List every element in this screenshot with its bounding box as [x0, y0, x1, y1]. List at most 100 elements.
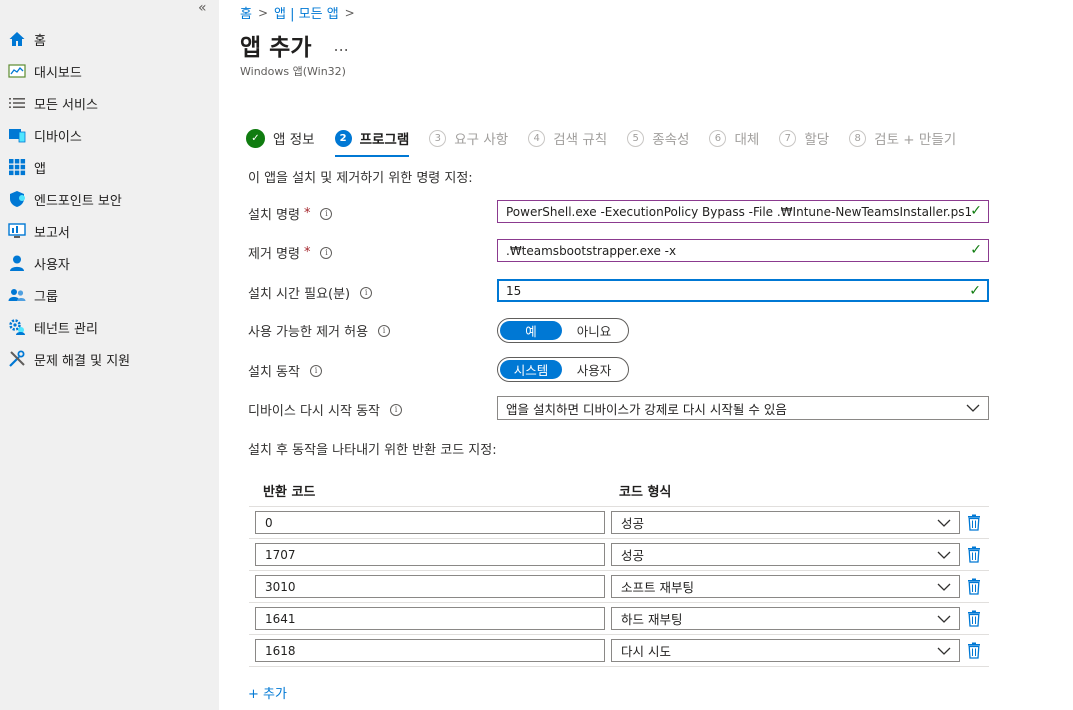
- code-type-dropdown[interactable]: 성공: [611, 511, 960, 534]
- more-options-button[interactable]: ...: [334, 36, 349, 55]
- delete-trash-icon[interactable]: [967, 546, 981, 563]
- section-label-commands: 이 앱을 설치 및 제거하기 위한 명령 지정:: [248, 171, 473, 186]
- add-return-code-button[interactable]: + 추가: [248, 683, 287, 702]
- step-dependencies[interactable]: 5 종속성: [627, 124, 689, 152]
- code-type-dropdown[interactable]: 소프트 재부팅: [611, 575, 960, 598]
- sidebar-item-label: 보고서: [34, 225, 70, 241]
- group-icon: [8, 286, 26, 304]
- valid-check-icon: ✓: [969, 283, 981, 299]
- dropdown-value: 앱을 설치하면 디바이스가 강제로 다시 시작될 수 있음: [506, 401, 787, 417]
- chevron-down-icon: [937, 615, 951, 623]
- install-time-label: 설치 시간 필요(분) i: [248, 283, 373, 302]
- dropdown-value: 다시 시도: [621, 644, 671, 659]
- sidebar-item-label: 디바이스: [34, 129, 82, 145]
- breadcrumb-separator: >: [257, 5, 269, 20]
- step-program[interactable]: 2 프로그램: [334, 124, 409, 157]
- install-behavior-toggle[interactable]: 시스템 사용자: [497, 357, 629, 382]
- breadcrumb-home[interactable]: 홈: [240, 3, 252, 22]
- input-value: .₩teamsbootstrapper.exe -x: [506, 243, 677, 258]
- list-icon: [8, 94, 26, 112]
- delete-trash-icon[interactable]: [967, 514, 981, 531]
- install-command-input[interactable]: PowerShell.exe -ExecutionPolicy Bypass -…: [497, 200, 989, 223]
- field-label: 제거 명령: [248, 247, 300, 262]
- toggle-option-user[interactable]: 사용자: [562, 360, 626, 379]
- dashboard-icon: [8, 62, 26, 80]
- input-value: 1641: [265, 611, 296, 626]
- chevron-down-icon: [937, 647, 951, 655]
- return-code-input[interactable]: 1707: [255, 543, 605, 566]
- breadcrumb-separator: >: [344, 5, 355, 20]
- sidebar-item-troubleshoot[interactable]: 문제 해결 및 지원: [0, 344, 219, 374]
- chevron-down-icon: [937, 551, 951, 559]
- return-code-input[interactable]: 0: [255, 511, 605, 534]
- delete-trash-icon[interactable]: [967, 610, 981, 627]
- sidebar-item-label: 대시보드: [34, 65, 82, 81]
- sidebar-item-devices[interactable]: 디바이스: [0, 120, 219, 150]
- column-header-return-code: 반환 코드: [263, 485, 316, 500]
- chevron-down-icon: [937, 583, 951, 591]
- main-panel: 홈 > 앱 | 모든 앱 > 앱 추가 ... Windows 앱(Win32)…: [219, 0, 1073, 710]
- step-number: 8: [849, 129, 867, 147]
- step-supersedence[interactable]: 6 대체: [709, 124, 759, 152]
- info-icon[interactable]: i: [390, 403, 402, 416]
- toggle-option-yes[interactable]: 예: [500, 321, 562, 340]
- code-type-dropdown[interactable]: 다시 시도: [611, 639, 960, 662]
- reports-icon: [8, 222, 26, 240]
- sidebar-item-users[interactable]: 사용자: [0, 248, 219, 278]
- input-value: 15: [506, 283, 522, 298]
- sidebar-item-groups[interactable]: 그룹: [0, 280, 219, 310]
- table-divider: [249, 666, 989, 667]
- dropdown-value: 성공: [621, 516, 645, 531]
- breadcrumb-apps[interactable]: 앱 | 모든 앱: [274, 3, 339, 22]
- code-type-dropdown[interactable]: 하드 재부팅: [611, 607, 960, 630]
- step-number: 3: [429, 129, 447, 147]
- sidebar-item-reports[interactable]: 보고서: [0, 216, 219, 246]
- step-requirements[interactable]: 3 요구 사항: [429, 124, 508, 152]
- step-label: 요구 사항: [454, 132, 509, 148]
- sidebar-item-dashboard[interactable]: 대시보드: [0, 56, 219, 86]
- info-icon[interactable]: i: [378, 324, 391, 337]
- left-nav-sidebar: « 홈 대시보드 모든 서비스 디바이스 앱 엔드포인트 보안 보고서 사용자 …: [0, 0, 219, 710]
- sidebar-item-home[interactable]: 홈: [0, 24, 219, 54]
- table-divider: [249, 634, 989, 635]
- step-review-create[interactable]: 8 검토 + 만들기: [849, 124, 956, 152]
- return-code-input[interactable]: 1641: [255, 607, 605, 630]
- info-icon[interactable]: i: [309, 364, 322, 377]
- wizard-steps: ✓ 앱 정보 2 프로그램 3 요구 사항 4 검색 규칙 5 종속성 6 대체…: [246, 124, 976, 157]
- chevron-down-icon: [937, 519, 951, 527]
- step-detection-rules[interactable]: 4 검색 규칙: [528, 124, 607, 152]
- user-icon: [8, 254, 26, 272]
- collapse-sidebar-button[interactable]: «: [198, 0, 207, 16]
- install-command-label: 설치 명령 * i: [248, 204, 333, 223]
- sidebar-item-apps[interactable]: 앱: [0, 152, 219, 182]
- install-time-input[interactable]: 15 ✓: [497, 279, 989, 302]
- restart-behavior-label: 디바이스 다시 시작 동작 i: [248, 400, 402, 419]
- input-value: 3010: [265, 579, 296, 594]
- sidebar-item-endpoint-security[interactable]: 엔드포인트 보안: [0, 184, 219, 214]
- code-type-dropdown[interactable]: 성공: [611, 543, 960, 566]
- step-assignments[interactable]: 7 할당: [779, 124, 829, 152]
- step-label: 검색 규칙: [553, 132, 608, 148]
- info-icon[interactable]: i: [360, 286, 373, 299]
- step-number: 6: [709, 129, 727, 147]
- allow-uninstall-label: 사용 가능한 제거 허용 i: [248, 321, 391, 340]
- return-code-input[interactable]: 3010: [255, 575, 605, 598]
- return-code-input[interactable]: 1618: [255, 639, 605, 662]
- valid-check-icon: ✓: [970, 203, 982, 219]
- info-icon[interactable]: i: [320, 207, 333, 220]
- delete-trash-icon[interactable]: [967, 578, 981, 595]
- sidebar-item-tenant-admin[interactable]: 테넌트 관리: [0, 312, 219, 342]
- column-header-code-type: 코드 형식: [619, 485, 672, 500]
- info-icon[interactable]: i: [320, 246, 333, 259]
- uninstall-command-input[interactable]: .₩teamsbootstrapper.exe -x ✓: [497, 239, 989, 262]
- title-row: 앱 추가 ...: [240, 28, 349, 62]
- step-complete-check-icon: ✓: [246, 128, 265, 148]
- allow-uninstall-toggle[interactable]: 예 아니요: [497, 318, 629, 343]
- step-app-info[interactable]: ✓ 앱 정보: [246, 124, 315, 152]
- sidebar-item-all-services[interactable]: 모든 서비스: [0, 88, 219, 118]
- delete-trash-icon[interactable]: [967, 642, 981, 659]
- toggle-option-system[interactable]: 시스템: [500, 360, 562, 379]
- dropdown-value: 성공: [621, 548, 645, 563]
- toggle-option-no[interactable]: 아니요: [562, 321, 626, 340]
- restart-behavior-dropdown[interactable]: 앱을 설치하면 디바이스가 강제로 다시 시작될 수 있음: [497, 396, 989, 420]
